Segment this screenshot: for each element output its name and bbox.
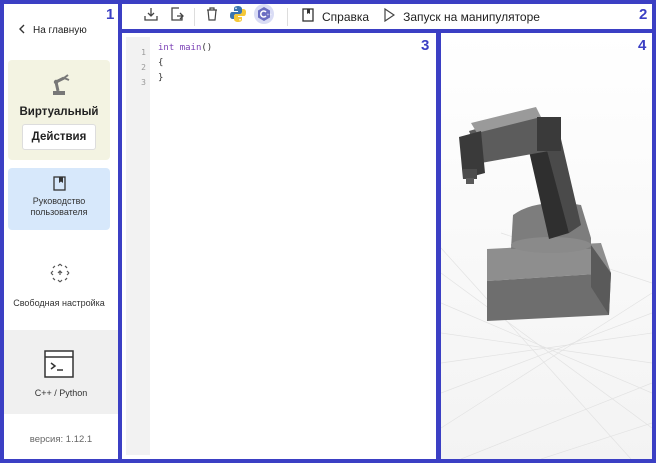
delete-button[interactable] bbox=[199, 4, 225, 29]
virtual-label: Виртуальный bbox=[19, 106, 99, 118]
export-icon bbox=[170, 7, 184, 26]
line-number: 3 bbox=[141, 78, 146, 87]
bookmark-icon bbox=[53, 176, 66, 196]
version-text: версия: 1.12.1 bbox=[29, 434, 93, 445]
help-label: Справка bbox=[322, 9, 370, 24]
free-setup-label: Свободная настройка bbox=[13, 298, 105, 308]
back-label: На главную bbox=[33, 25, 87, 36]
trash-icon bbox=[206, 7, 218, 26]
code-editor[interactable]: 1 2 3 int main() { } bbox=[122, 33, 436, 459]
svg-text:++: ++ bbox=[267, 13, 273, 17]
play-icon bbox=[383, 7, 396, 25]
python-icon bbox=[229, 5, 247, 28]
code-function: main bbox=[179, 43, 202, 53]
3d-viewport[interactable] bbox=[441, 33, 652, 459]
robot-arm-3d-render bbox=[441, 107, 652, 459]
cpp-mode-button[interactable]: ++ bbox=[251, 4, 277, 29]
terminal-icon bbox=[44, 350, 74, 383]
panel-number: 2 bbox=[639, 6, 648, 23]
robot-arm-icon bbox=[50, 72, 74, 101]
code-parens: () bbox=[201, 43, 213, 53]
cpp-python-card[interactable]: C++ / Python bbox=[4, 330, 118, 414]
download-button[interactable] bbox=[138, 4, 164, 29]
code-keyword: int bbox=[158, 43, 175, 53]
panel-number: 4 bbox=[638, 37, 647, 54]
line-number-gutter: 1 2 3 bbox=[126, 37, 150, 455]
code-line: { bbox=[158, 58, 164, 68]
run-label: Запуск на манипуляторе bbox=[403, 9, 540, 24]
code-line: int main() bbox=[158, 43, 212, 53]
export-button[interactable] bbox=[164, 4, 190, 29]
bookmark-icon bbox=[302, 8, 314, 25]
user-guide-label-line1: Руководство bbox=[32, 196, 86, 206]
toolbar: ++ Справка Запуск на манипуляторе bbox=[122, 4, 652, 29]
back-to-home-link[interactable]: На главную bbox=[18, 24, 87, 37]
code-line: } bbox=[158, 73, 164, 83]
toolbar-divider-2 bbox=[287, 7, 288, 26]
virtual-robot-card[interactable]: Виртуальный Действия bbox=[8, 60, 110, 160]
user-guide-card[interactable]: Руководство пользователя bbox=[8, 168, 110, 230]
download-icon bbox=[144, 7, 158, 26]
line-number: 1 bbox=[141, 48, 146, 57]
cpp-python-label: C++ / Python bbox=[34, 388, 88, 398]
actions-button[interactable]: Действия bbox=[22, 124, 96, 150]
panel-number: 1 bbox=[106, 6, 115, 23]
python-mode-button[interactable] bbox=[225, 4, 251, 29]
cpp-icon: ++ bbox=[254, 4, 274, 29]
panel-number: 3 bbox=[421, 37, 430, 54]
help-button[interactable]: Справка bbox=[302, 8, 369, 25]
user-guide-label: Руководство пользователя bbox=[8, 196, 110, 218]
line-number: 2 bbox=[141, 63, 146, 72]
run-on-robot-button[interactable]: Запуск на манипуляторе bbox=[383, 7, 540, 25]
sidebar: На главную Виртуальный Действия Руководс… bbox=[4, 4, 118, 459]
user-guide-label-line2: пользователя bbox=[30, 207, 88, 217]
free-move-icon bbox=[49, 262, 71, 289]
chevron-left-icon bbox=[18, 24, 25, 37]
toolbar-divider bbox=[194, 7, 195, 26]
free-setup-card[interactable]: Свободная настройка bbox=[8, 240, 110, 328]
